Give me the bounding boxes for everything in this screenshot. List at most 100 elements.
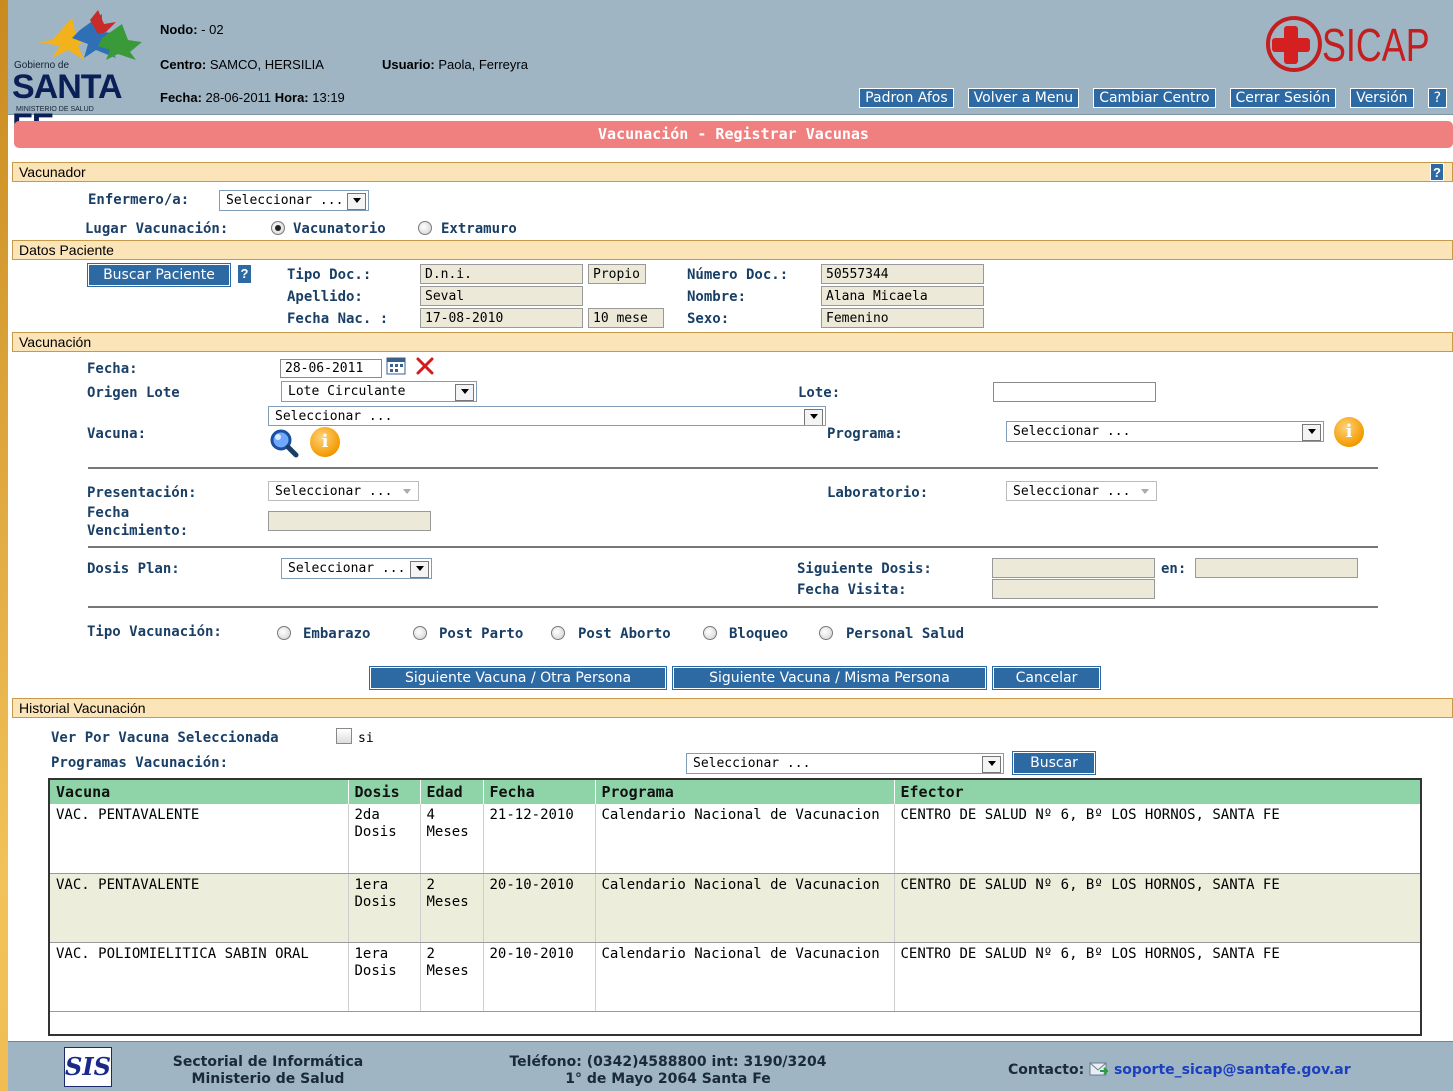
presentacion-select[interactable]: Seleccionar ...: [268, 481, 419, 501]
tipo-doc-label: Tipo Doc.:: [287, 267, 372, 283]
col-edad: Edad: [420, 780, 484, 804]
bloqueo-radio[interactable]: [703, 626, 717, 640]
embarazo-option-label: Embarazo: [303, 626, 371, 642]
origen-lote-select[interactable]: Lote Circulante: [281, 381, 477, 402]
fecha-label: Fecha:: [87, 361, 138, 377]
cell-efector: CENTRO DE SALUD Nº 6, Bº LOS HORNOS, SAN…: [894, 942, 1420, 1012]
search-magnifier-icon[interactable]: [268, 428, 300, 458]
padron-afos-button[interactable]: Padron Afos: [859, 88, 954, 108]
si-label: si: [358, 731, 374, 746]
col-dosis: Dosis: [348, 780, 421, 804]
col-fecha: Fecha: [483, 780, 596, 804]
laboratorio-label: Laboratorio:: [827, 485, 929, 501]
col-efector: Efector: [894, 780, 1420, 804]
dosis-plan-select[interactable]: Seleccionar ...: [281, 558, 432, 579]
buscar-paciente-button[interactable]: Buscar Paciente: [87, 263, 231, 287]
cell-edad: 4 Meses: [420, 804, 484, 874]
embarazo-radio[interactable]: [277, 626, 291, 640]
post-aborto-radio[interactable]: [551, 626, 565, 640]
personal-salud-option-label: Personal Salud: [846, 626, 965, 642]
cancelar-button[interactable]: Cancelar: [992, 666, 1101, 690]
en-label: en:: [1161, 561, 1187, 577]
numero-doc-field: 50557344: [821, 264, 984, 284]
divider: [88, 467, 1378, 469]
programas-vacunacion-select[interactable]: Seleccionar ...: [686, 753, 1004, 774]
programas-vacunacion-label: Programas Vacunación:: [51, 755, 229, 771]
post-parto-radio[interactable]: [413, 626, 427, 640]
vacunatorio-radio[interactable]: [271, 221, 285, 235]
help-icon[interactable]: ?: [1430, 163, 1444, 181]
vacuna-info-icon[interactable]: i: [310, 427, 340, 457]
cell-programa: Calendario Nacional de Vacunacion: [595, 873, 895, 943]
cell-efector: CENTRO DE SALUD Nº 6, Bº LOS HORNOS, SAN…: [894, 804, 1420, 874]
help-button[interactable]: ?: [1427, 88, 1447, 108]
calendar-icon[interactable]: [386, 357, 406, 375]
fecha-visita-label: Fecha Visita:: [797, 582, 907, 598]
apellido-label: Apellido:: [287, 289, 363, 305]
help-icon[interactable]: ?: [237, 264, 252, 284]
divider: [88, 546, 1378, 548]
post-aborto-option-label: Post Aborto: [578, 626, 671, 642]
footer-org: Sectorial de Informática Ministerio de Sa…: [172, 1054, 364, 1087]
ver-por-vacuna-checkbox[interactable]: [336, 728, 352, 744]
mail-icon: [1089, 1062, 1109, 1076]
section-title: Datos Paciente: [19, 242, 114, 258]
sexo-label: Sexo:: [687, 311, 730, 327]
contacto-email-link[interactable]: soporte_sicap@santafe.gov.ar: [1114, 1062, 1351, 1078]
extramuro-radio[interactable]: [418, 221, 432, 235]
sexo-field: Femenino: [821, 308, 984, 328]
bloqueo-option-label: Bloqueo: [729, 626, 789, 642]
app-window: Gobierno de SANTA FE MINISTERIO DE SALUD…: [8, 0, 1453, 1091]
logo-ministry: MINISTERIO DE SALUD: [16, 106, 94, 113]
laboratorio-select[interactable]: Seleccionar ...: [1006, 481, 1157, 501]
sicap-logo: SICAP: [1264, 14, 1439, 74]
version-button[interactable]: Versión: [1350, 88, 1414, 108]
personal-salud-radio[interactable]: [819, 626, 833, 640]
vacunatorio-option-label: Vacunatorio: [293, 221, 386, 237]
cell-edad: 2 Meses: [420, 873, 484, 943]
fecha-field[interactable]: 28-06-2011: [280, 359, 382, 378]
programa-info-icon[interactable]: i: [1334, 417, 1364, 447]
header: Gobierno de SANTA FE MINISTERIO DE SALUD…: [8, 0, 1453, 145]
top-nav: Padron Afos Volver a Menu Cambiar Centro…: [859, 88, 1447, 108]
lugar-vacunacion-label: Lugar Vacunación:: [85, 221, 229, 237]
cell-programa: Calendario Nacional de Vacunacion: [595, 942, 895, 1012]
vacuna-label: Vacuna:: [87, 426, 147, 442]
cell-fecha: 20-10-2010: [483, 873, 596, 943]
siguiente-otra-persona-button[interactable]: Siguiente Vacuna / Otra Persona: [369, 666, 667, 690]
cerrar-sesion-button[interactable]: Cerrar Sesión: [1229, 88, 1337, 108]
section-historial: Historial Vacunación: [12, 698, 1453, 718]
apellido-field: Seval: [420, 286, 583, 306]
origen-lote-label: Origen Lote: [87, 385, 180, 401]
section-datos-paciente: Datos Paciente: [12, 240, 1453, 260]
volver-menu-button[interactable]: Volver a Menu: [967, 88, 1080, 108]
presentacion-label: Presentación:: [87, 485, 197, 501]
programa-select[interactable]: Seleccionar ...: [1006, 421, 1324, 442]
siguiente-dosis-field: [992, 558, 1155, 578]
nombre-label: Nombre:: [687, 289, 747, 305]
cell-fecha: 20-10-2010: [483, 942, 596, 1012]
buscar-button[interactable]: Buscar: [1012, 751, 1096, 775]
en-field: [1195, 558, 1358, 578]
col-vacuna: Vacuna: [50, 780, 349, 804]
sicap-wordmark: SICAP: [1322, 19, 1430, 71]
numero-doc-label: Número Doc.:: [687, 267, 789, 283]
tipo-doc-extra-field: Propio: [588, 264, 646, 284]
table-row[interactable]: VAC. PENTAVALENTE 1era Dosis 2 Meses 20-…: [50, 873, 1420, 943]
table-row[interactable]: VAC. PENTAVALENTE 2da Dosis 4 Meses 21-1…: [50, 804, 1420, 874]
clear-x-icon[interactable]: [415, 356, 435, 376]
cell-dosis: 1era Dosis: [348, 942, 421, 1012]
lote-input[interactable]: [993, 382, 1156, 402]
divider: [88, 606, 1378, 608]
vacuna-select[interactable]: Seleccionar ...: [268, 406, 826, 426]
footer: SIS Sectorial de Informática Ministerio d…: [8, 1041, 1453, 1091]
enfermero-select[interactable]: Seleccionar ...: [219, 190, 369, 211]
table-row[interactable]: VAC. POLIOMIELITICA SABIN ORAL 1era Dosi…: [50, 942, 1420, 1012]
star-logo-icon: [38, 10, 142, 60]
cambiar-centro-button[interactable]: Cambiar Centro: [1093, 88, 1216, 108]
programa-label: Programa:: [827, 426, 903, 442]
centro-info: Centro: SAMCO, HERSILIA: [160, 57, 324, 72]
siguiente-misma-persona-button[interactable]: Siguiente Vacuna / Misma Persona: [672, 666, 987, 690]
lote-label: Lote:: [798, 385, 841, 401]
cell-programa: Calendario Nacional de Vacunacion: [595, 804, 895, 874]
